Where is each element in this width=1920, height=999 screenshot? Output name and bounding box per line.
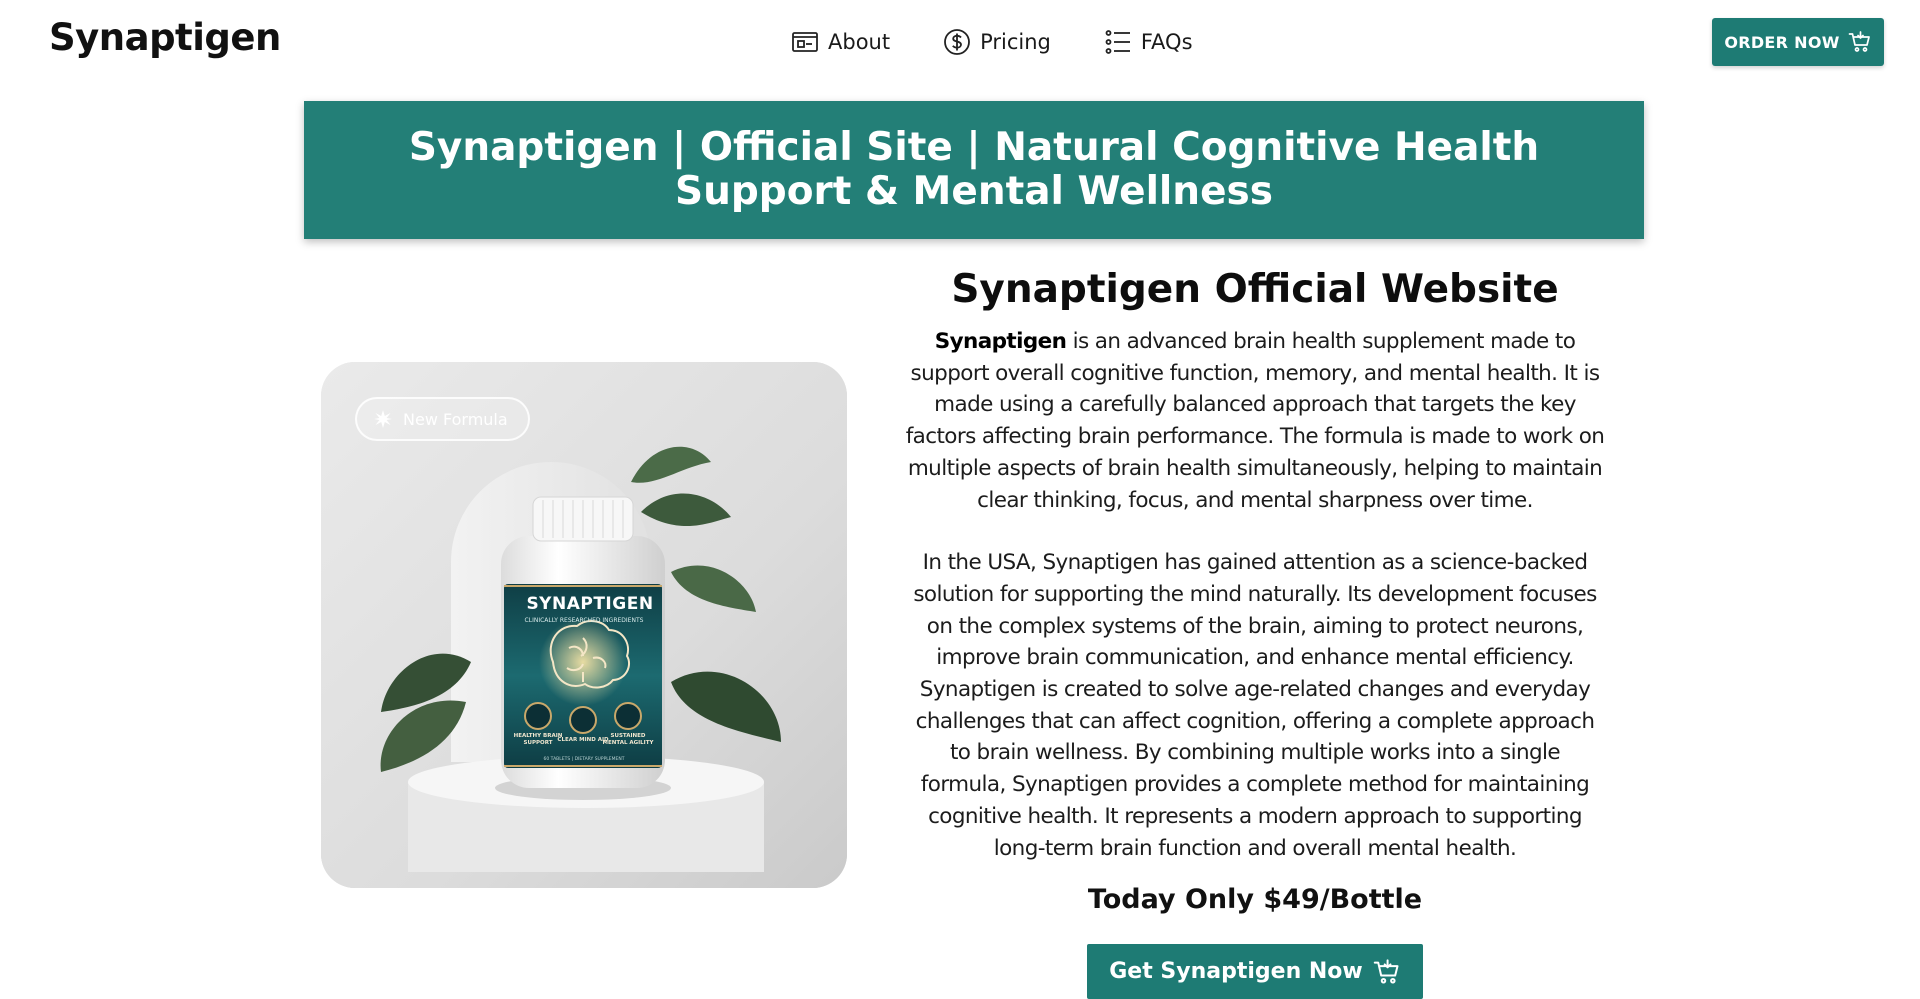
product-image: SYNAPTIGEN CLINICALLY RESEARCHED INGREDI…	[321, 362, 847, 888]
badge-label: New Formula	[403, 409, 508, 429]
bottle-subtitle: CLINICALLY RESEARCHED INGREDIENTS	[524, 617, 644, 624]
cta-label: Get Synaptigen Now	[1109, 959, 1363, 985]
bottle-brand: SYNAPTIGEN	[526, 594, 654, 614]
nav-item-faqs[interactable]: FAQs	[1103, 27, 1193, 57]
intro-section: Synaptigen Official Website Synaptigen i…	[905, 258, 1605, 999]
price-text: Today Only $49/Bottle	[1087, 884, 1423, 916]
sparkle-icon	[373, 409, 393, 429]
dollar-circle-icon	[942, 27, 972, 57]
bottle-footer: 60 TABLETS | DIETARY SUPPLEMENT	[543, 757, 625, 762]
usa-paragraph: In the USA, Synaptigen has gained attent…	[913, 550, 1597, 861]
nav-item-pricing[interactable]: Pricing	[942, 27, 1051, 57]
new-formula-badge: New Formula	[355, 397, 530, 441]
id-card-icon	[790, 27, 820, 57]
section-heading: Synaptigen Official Website	[951, 267, 1559, 312]
banner-title: Synaptigen | Official Site | Natural Cog…	[408, 125, 1540, 214]
intro-paragraph: Synaptigen is an advanced brain health s…	[905, 326, 1605, 516]
get-synaptigen-button[interactable]: Get Synaptigen Now	[1087, 944, 1423, 999]
site-header: Synaptigen About Pricing FAQs ORDER NOW	[0, 0, 1920, 84]
cart-icon	[1373, 958, 1401, 986]
cart-icon	[1848, 30, 1872, 54]
nav-item-label: Pricing	[980, 30, 1051, 54]
order-now-button[interactable]: ORDER NOW	[1712, 18, 1884, 66]
brand-name: Synaptigen	[934, 329, 1067, 354]
nav-item-label: About	[828, 30, 891, 54]
main-nav: About Pricing FAQs	[790, 24, 1193, 60]
list-icon	[1103, 27, 1133, 57]
order-now-label: ORDER NOW	[1724, 32, 1840, 52]
intro-paragraph-text: is an advanced brain health supplement m…	[905, 329, 1605, 513]
nav-item-label: FAQs	[1140, 30, 1193, 54]
nav-item-about[interactable]: About	[790, 27, 890, 57]
site-logo[interactable]: Synaptigen	[49, 16, 281, 59]
bottle-feature: SUSTAINED MENTAL AGILITY	[602, 733, 654, 746]
hero-banner: Synaptigen | Official Site | Natural Cog…	[304, 101, 1644, 239]
